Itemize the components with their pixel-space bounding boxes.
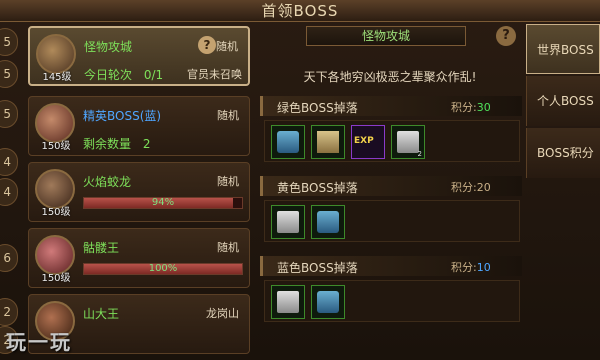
boss-remaining: 剩余数量 2 bbox=[83, 135, 150, 152]
window-title: 首领BOSS bbox=[0, 0, 600, 22]
boss-name: 怪物攻城 bbox=[84, 40, 133, 54]
help-button[interactable]: ? bbox=[198, 36, 216, 54]
side-number-tab[interactable]: 6 bbox=[0, 244, 18, 272]
site-watermark: 玩一玩 bbox=[6, 330, 72, 354]
section-title: 绿色BOSS掉落 bbox=[277, 101, 358, 115]
boss-card-elite-blue[interactable]: 150级 精英BOSS(蓝) 随机 剩余数量 2 bbox=[28, 96, 250, 156]
item-slot[interactable] bbox=[311, 125, 345, 159]
boss-location: 随机 bbox=[217, 109, 239, 122]
boss-location: 随机 bbox=[216, 40, 238, 53]
side-number-tab[interactable]: 5 bbox=[0, 100, 18, 128]
armor-icon bbox=[317, 211, 339, 233]
book-icon bbox=[317, 131, 339, 153]
tab-personal-boss[interactable]: 个人BOSS bbox=[526, 76, 600, 126]
boss-location: 随机 bbox=[217, 241, 239, 254]
item-slot[interactable] bbox=[311, 205, 345, 239]
game-window: 首领BOSS 5 5 5 4 4 6 2 2 145级 怪物攻城 ? 随机 今日… bbox=[0, 0, 600, 360]
boss-card-fire-dragon[interactable]: 150级 火焰蛟龙 随机 94% bbox=[28, 162, 250, 222]
tab-world-boss[interactable]: 世界BOSS bbox=[526, 24, 600, 74]
side-number-tab[interactable]: 2 bbox=[0, 298, 18, 326]
points-label: 积分: bbox=[451, 261, 477, 274]
armor-icon bbox=[277, 131, 299, 153]
ingot-icon bbox=[277, 211, 299, 233]
section-title: 黄色BOSS掉落 bbox=[277, 181, 358, 195]
boss-hp-bar: 100% bbox=[83, 263, 243, 275]
item-count: 2 bbox=[417, 150, 422, 158]
boss-name: 精英BOSS(蓝) bbox=[83, 109, 162, 123]
ingot-icon bbox=[397, 131, 419, 153]
points-value: 10 bbox=[476, 261, 491, 274]
boss-card-skeleton-king[interactable]: 150级 骷髅王 随机 100% bbox=[28, 228, 250, 288]
drop-slots-blue bbox=[264, 280, 520, 322]
item-slot[interactable] bbox=[311, 285, 345, 319]
item-slot[interactable]: 2 bbox=[391, 125, 425, 159]
drop-section-yellow-header: 黄色BOSS掉落 积分:20 bbox=[260, 176, 522, 196]
boss-detail-panel: 怪物攻城 ? 天下各地穷凶极恶之辈聚众作乱! 绿色BOSS掉落 积分:30 EX… bbox=[258, 24, 522, 360]
section-title: 蓝色BOSS掉落 bbox=[277, 261, 358, 275]
points-value: 20 bbox=[476, 181, 491, 194]
side-number-tab[interactable]: 5 bbox=[0, 60, 18, 88]
boss-location: 随机 bbox=[217, 175, 239, 188]
section-points: 积分:30 bbox=[451, 99, 491, 115]
boss-category-tabs: 世界BOSS 个人BOSS BOSS积分 bbox=[526, 24, 600, 360]
boss-name: 骷髅王 bbox=[83, 241, 120, 255]
help-button[interactable]: ? bbox=[496, 26, 516, 46]
hp-percent: 100% bbox=[148, 263, 178, 274]
side-number-column: 5 5 5 4 4 6 2 2 bbox=[0, 22, 22, 360]
drop-slots-yellow bbox=[264, 200, 520, 242]
side-number-tab[interactable]: 4 bbox=[0, 148, 18, 176]
boss-rounds: 今日轮次 0/1 bbox=[84, 66, 163, 83]
detail-title: 怪物攻城 bbox=[306, 26, 466, 46]
boss-level: 150级 bbox=[41, 141, 71, 152]
armor-icon bbox=[317, 291, 339, 313]
boss-list: 145级 怪物攻城 ? 随机 今日轮次 0/1 官员未召唤 150级 精英BOS… bbox=[28, 24, 250, 360]
boss-location: 龙岗山 bbox=[206, 307, 239, 320]
section-points: 积分:20 bbox=[451, 179, 491, 195]
item-slot[interactable] bbox=[271, 285, 305, 319]
drop-section-green-header: 绿色BOSS掉落 积分:30 bbox=[260, 96, 522, 116]
rounds-value: 0/1 bbox=[143, 68, 164, 82]
boss-level: 145级 bbox=[42, 72, 72, 83]
drop-slots-green: EXP 2 bbox=[264, 120, 520, 162]
side-number-tab[interactable]: 5 bbox=[0, 28, 18, 56]
boss-hp-bar: 94% bbox=[83, 197, 243, 209]
remaining-label: 剩余数量 bbox=[83, 137, 132, 151]
side-number-tab[interactable]: 4 bbox=[0, 178, 18, 206]
boss-description: 天下各地穷凶极恶之辈聚众作乱! bbox=[303, 70, 477, 84]
section-points: 积分:10 bbox=[451, 259, 491, 275]
boss-name: 火焰蛟龙 bbox=[83, 175, 132, 189]
ingot-icon bbox=[277, 291, 299, 313]
rounds-label: 今日轮次 bbox=[84, 68, 133, 82]
item-slot[interactable] bbox=[271, 125, 305, 159]
remaining-value: 2 bbox=[142, 137, 151, 151]
boss-level: 150级 bbox=[41, 273, 71, 284]
exp-icon: EXP bbox=[354, 136, 374, 146]
summon-status: 官员未召唤 bbox=[187, 68, 242, 81]
hp-percent: 94% bbox=[151, 197, 175, 208]
boss-level: 150级 bbox=[41, 207, 71, 218]
drop-section-blue-header: 蓝色BOSS掉落 积分:10 bbox=[260, 256, 522, 276]
boss-name: 山大王 bbox=[83, 307, 120, 321]
points-value: 30 bbox=[476, 101, 491, 114]
tab-boss-points[interactable]: BOSS积分 bbox=[526, 128, 600, 178]
item-slot[interactable]: EXP bbox=[351, 125, 385, 159]
points-label: 积分: bbox=[451, 101, 477, 114]
points-label: 积分: bbox=[451, 181, 477, 194]
boss-card-monster-siege[interactable]: 145级 怪物攻城 ? 随机 今日轮次 0/1 官员未召唤 bbox=[28, 26, 250, 86]
item-slot[interactable] bbox=[271, 205, 305, 239]
